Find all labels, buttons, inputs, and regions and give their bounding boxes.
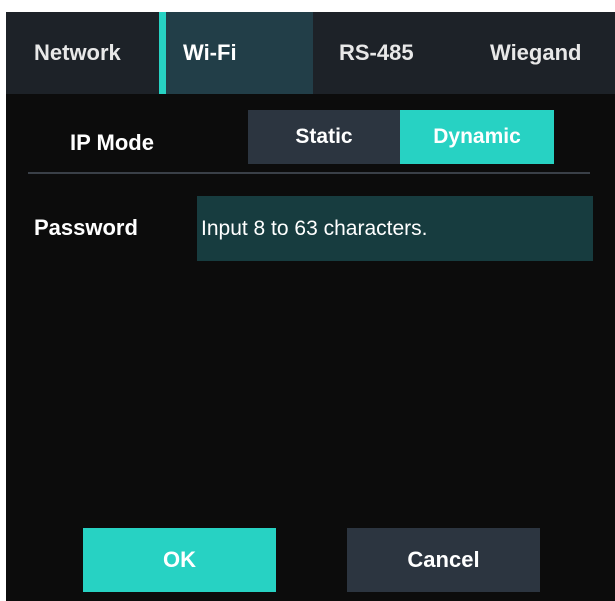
tab-wifi[interactable]: Wi-Fi <box>159 12 313 94</box>
tab-wiegand[interactable]: Wiegand <box>490 12 581 94</box>
divider <box>28 172 590 174</box>
wifi-settings-screen: Network Wi-Fi RS-485 Wiegand IP Mode Sta… <box>6 12 615 601</box>
tab-bar: Network Wi-Fi RS-485 Wiegand <box>6 12 615 94</box>
password-field[interactable] <box>197 196 593 261</box>
tab-wifi-label: Wi-Fi <box>183 40 237 65</box>
password-label: Password <box>34 215 138 240</box>
ip-mode-toggle: Static Dynamic <box>248 110 554 164</box>
tab-rs485[interactable]: RS-485 <box>339 12 414 94</box>
cancel-button[interactable]: Cancel <box>347 528 540 592</box>
tab-network[interactable]: Network <box>34 12 121 94</box>
ip-mode-static-option[interactable]: Static <box>248 110 400 164</box>
ok-button[interactable]: OK <box>83 528 276 592</box>
active-tab-indicator <box>159 12 166 94</box>
ip-mode-dynamic-option[interactable]: Dynamic <box>400 110 554 164</box>
ip-mode-label: IP Mode <box>70 130 154 155</box>
